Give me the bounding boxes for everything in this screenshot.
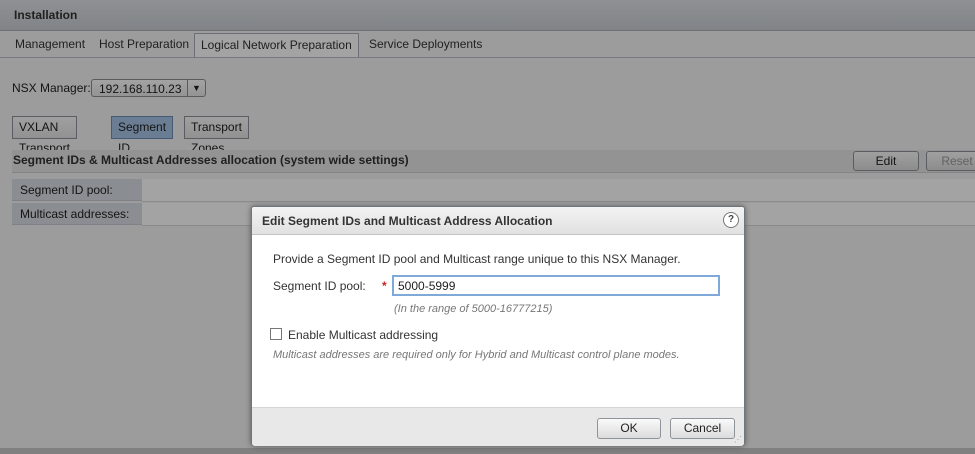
enable-multicast-label[interactable]: Enable Multicast addressing	[288, 328, 438, 342]
enable-multicast-checkbox[interactable]	[270, 328, 282, 340]
resize-grip-icon[interactable]: ⋰	[734, 436, 742, 444]
dialog-footer: OK Cancel ⋰	[252, 407, 744, 446]
dialog-intro-text: Provide a Segment ID pool and Multicast …	[273, 252, 681, 266]
segment-id-pool-field-label: Segment ID pool:	[273, 279, 366, 293]
required-asterisk-icon: *	[382, 279, 387, 293]
dialog-title-bar: Edit Segment IDs and Multicast Address A…	[252, 207, 744, 235]
dialog-title: Edit Segment IDs and Multicast Address A…	[262, 214, 553, 228]
bottom-strip	[0, 448, 975, 454]
multicast-note: Multicast addresses are required only fo…	[273, 349, 680, 361]
ok-button[interactable]: OK	[597, 418, 661, 439]
cancel-button[interactable]: Cancel	[670, 418, 735, 439]
segment-id-pool-input[interactable]: 5000-5999	[392, 275, 720, 296]
segment-id-range-hint: (In the range of 5000-16777215)	[394, 303, 553, 315]
help-icon[interactable]: ?	[723, 212, 739, 228]
edit-segment-dialog: Edit Segment IDs and Multicast Address A…	[251, 206, 745, 446]
